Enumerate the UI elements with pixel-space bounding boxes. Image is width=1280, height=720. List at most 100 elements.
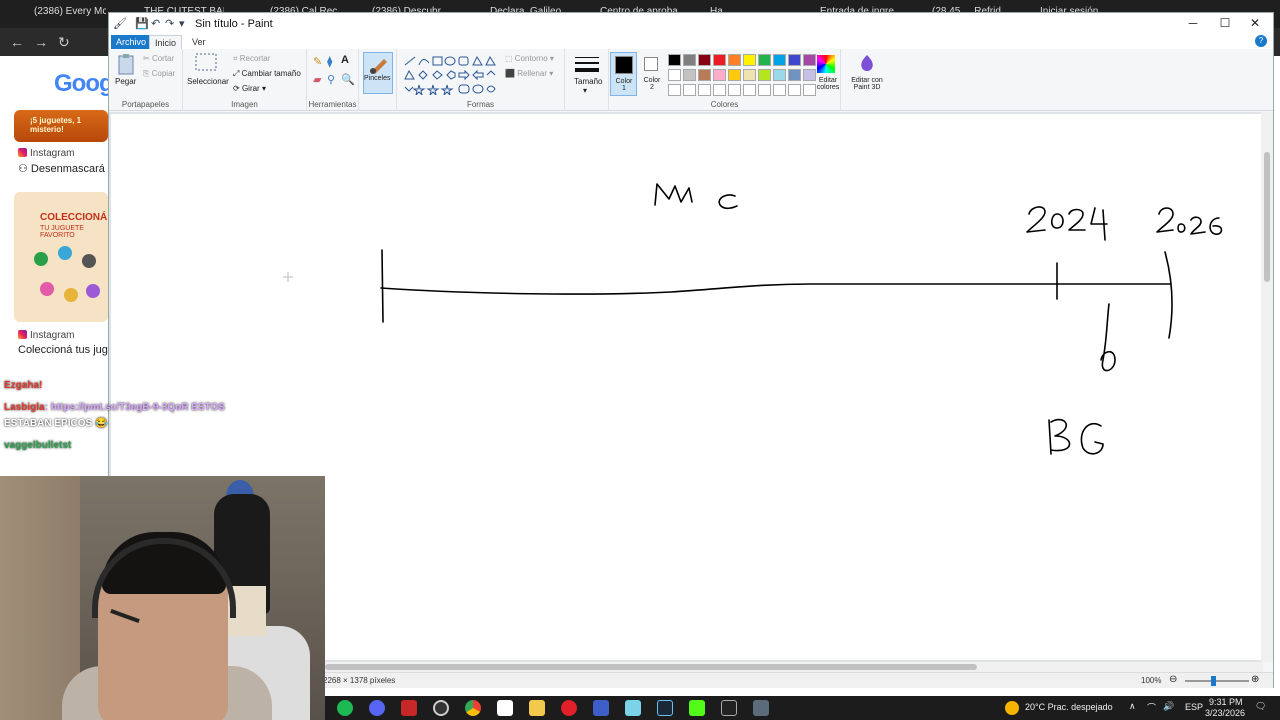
- paint-taskbar-icon[interactable]: [753, 700, 769, 716]
- palette-color-swatch[interactable]: [788, 54, 801, 66]
- maximize-button[interactable]: ☐: [1211, 16, 1239, 30]
- cut-button[interactable]: ✂ Cortar: [143, 54, 174, 63]
- color1-button[interactable]: Color 1: [610, 52, 637, 96]
- scrollbar-thumb[interactable]: [1264, 152, 1270, 282]
- palette-color-swatch[interactable]: [758, 69, 771, 81]
- rotate-button[interactable]: ⟳ Girar ▾: [233, 84, 266, 93]
- vertical-scrollbar[interactable]: [1261, 112, 1273, 662]
- chrome-icon[interactable]: [465, 700, 481, 716]
- voicemod-icon[interactable]: [401, 700, 417, 716]
- palette-color-swatch[interactable]: [773, 69, 786, 81]
- resize-button[interactable]: ⤢ Cambiar tamaño: [233, 69, 301, 79]
- magnifier-icon[interactable]: 🔍: [341, 73, 355, 86]
- color-picker-icon[interactable]: ⚲: [327, 73, 335, 86]
- file-explorer-icon[interactable]: [529, 700, 545, 716]
- size-button[interactable]: Tamaño: [574, 77, 602, 86]
- palette-color-swatch[interactable]: [683, 69, 696, 81]
- kick-icon[interactable]: [689, 700, 705, 716]
- clock-time[interactable]: 9:31 PM: [1209, 697, 1243, 707]
- steam-icon[interactable]: [657, 700, 673, 716]
- forward-icon[interactable]: →: [34, 34, 48, 50]
- crop-button[interactable]: ⌗ Recortar: [233, 54, 270, 64]
- epic-games-icon[interactable]: [721, 700, 737, 716]
- paste-icon[interactable]: [117, 53, 135, 75]
- palette-empty-swatch[interactable]: [728, 84, 741, 96]
- weather-text[interactable]: 20°C Prac. despejado: [1025, 702, 1113, 712]
- close-button[interactable]: ✕: [1241, 16, 1269, 30]
- tab-home[interactable]: Inicio: [149, 35, 183, 49]
- back-icon[interactable]: ←: [10, 34, 24, 50]
- copy-button[interactable]: ⎘ Copiar: [143, 69, 175, 79]
- spotify-icon[interactable]: [337, 700, 353, 716]
- palette-empty-swatch[interactable]: [698, 84, 711, 96]
- select-button[interactable]: Seleccionar: [187, 77, 229, 86]
- browser-tab[interactable]: (2386) Every Mc: [34, 6, 106, 17]
- palette-color-swatch[interactable]: [698, 69, 711, 81]
- palette-empty-swatch[interactable]: [743, 84, 756, 96]
- obs-icon[interactable]: [433, 700, 449, 716]
- select-icon[interactable]: [195, 53, 217, 71]
- ad-thumbnail[interactable]: COLECCIONÁ TU JUGUETE FAVORITO: [14, 192, 108, 322]
- language-indicator[interactable]: ESP: [1185, 702, 1203, 712]
- palette-color-swatch[interactable]: [743, 69, 756, 81]
- opera-icon[interactable]: [561, 700, 577, 716]
- volume-icon[interactable]: 🔊: [1163, 701, 1174, 712]
- pencil-icon[interactable]: ✎: [313, 55, 322, 68]
- size-icon[interactable]: [575, 55, 599, 75]
- palette-empty-swatch[interactable]: [773, 84, 786, 96]
- zoom-slider-handle[interactable]: [1211, 676, 1216, 686]
- minimize-button[interactable]: ─: [1179, 16, 1207, 30]
- palette-empty-swatch[interactable]: [683, 84, 696, 96]
- app-icon[interactable]: [625, 700, 641, 716]
- palette-color-swatch[interactable]: [728, 54, 741, 66]
- network-icon[interactable]: ⌒: [1147, 701, 1156, 714]
- clock-date[interactable]: 3/23/2026: [1205, 708, 1245, 718]
- redo-icon[interactable]: ↷: [165, 17, 174, 30]
- edit-colors-button[interactable]: Editar colores: [813, 52, 841, 96]
- ad-thumbnail[interactable]: ¡5 juguetes, 1 misterio!: [14, 110, 108, 142]
- discord-icon[interactable]: [369, 700, 385, 716]
- notifications-icon[interactable]: 🗨: [1255, 701, 1266, 712]
- palette-empty-swatch[interactable]: [713, 84, 726, 96]
- palette-empty-swatch[interactable]: [758, 84, 771, 96]
- palette-color-swatch[interactable]: [788, 69, 801, 81]
- paint3d-button[interactable]: Editar con Paint 3D: [845, 52, 889, 96]
- palette-color-swatch[interactable]: [683, 54, 696, 66]
- brushes-button[interactable]: Pinceles: [363, 52, 393, 94]
- zoom-slider[interactable]: [1185, 676, 1249, 686]
- palette-color-swatch[interactable]: [743, 54, 756, 66]
- fill-dropdown[interactable]: ⬛ Rellenar ▾: [505, 69, 553, 78]
- palette-color-swatch[interactable]: [698, 54, 711, 66]
- palette-color-swatch[interactable]: [713, 69, 726, 81]
- save-icon[interactable]: 💾: [135, 17, 149, 30]
- palette-empty-swatch[interactable]: [668, 84, 681, 96]
- color2-button[interactable]: Color 2: [639, 52, 666, 96]
- palette-color-swatch[interactable]: [668, 54, 681, 66]
- paste-button[interactable]: Pegar: [115, 77, 136, 86]
- size-dropdown-icon[interactable]: ▾: [583, 86, 587, 95]
- tab-file[interactable]: Archivo: [111, 35, 152, 49]
- help-icon[interactable]: ?: [1255, 35, 1267, 47]
- undo-icon[interactable]: ↶: [151, 17, 160, 30]
- palette-empty-swatch[interactable]: [788, 84, 801, 96]
- palette-color-swatch[interactable]: [668, 69, 681, 81]
- zoom-in-icon[interactable]: ⊕: [1251, 674, 1259, 685]
- app-icon[interactable]: [497, 700, 513, 716]
- fill-icon[interactable]: ⧫: [327, 55, 332, 68]
- scrollbar-thumb[interactable]: [325, 664, 977, 670]
- palette-color-swatch[interactable]: [713, 54, 726, 66]
- quick-access-dropdown-icon[interactable]: ▾: [179, 17, 185, 30]
- weather-icon[interactable]: [1005, 701, 1019, 715]
- zoom-out-icon[interactable]: ⊖: [1169, 674, 1177, 685]
- tab-view[interactable]: Ver: [187, 35, 211, 49]
- palette-color-swatch[interactable]: [758, 54, 771, 66]
- reload-icon[interactable]: ↻: [58, 34, 70, 51]
- text-icon[interactable]: A: [341, 54, 349, 66]
- eraser-icon[interactable]: ▰: [313, 73, 321, 86]
- app-icon[interactable]: [593, 700, 609, 716]
- shapes-gallery[interactable]: [403, 55, 499, 95]
- outline-dropdown[interactable]: ⬚ Contorno ▾: [505, 54, 554, 63]
- post-title[interactable]: ⚇ Desenmascará: [18, 162, 105, 175]
- palette-color-swatch[interactable]: [773, 54, 786, 66]
- palette-color-swatch[interactable]: [728, 69, 741, 81]
